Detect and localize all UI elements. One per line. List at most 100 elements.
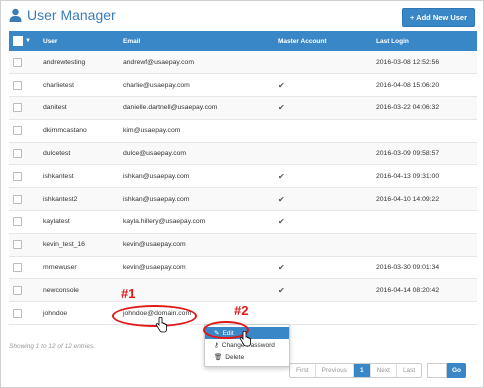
go-button[interactable]: Go — [447, 363, 467, 378]
master-account-cell — [274, 142, 372, 165]
email-cell: kevin@usaepay.com — [123, 264, 186, 272]
master-account-cell: ✔ — [278, 103, 285, 113]
row-checkbox[interactable] — [13, 285, 22, 295]
pagination-first[interactable]: First — [290, 364, 316, 377]
master-account-cell — [274, 233, 372, 256]
select-all-checkbox[interactable] — [13, 36, 23, 46]
page-title: User Manager — [9, 7, 116, 23]
row-checkbox[interactable] — [13, 240, 22, 250]
row-checkbox[interactable] — [13, 149, 22, 159]
table-row[interactable]: charlietest charlie@usaepay.com ✔ 2016-0… — [9, 74, 477, 97]
last-login-cell — [372, 119, 477, 142]
entries-info: Showing 1 to 12 of 12 entries. — [9, 343, 96, 350]
row-checkbox[interactable] — [13, 217, 22, 227]
email-cell: kayla.hillery@usaepay.com — [123, 218, 206, 226]
row-checkbox[interactable] — [13, 171, 22, 181]
pagination: First Previous 1 Next Last — [289, 363, 423, 378]
table-row[interactable]: ishkantest ishkan@usaepay.com ✔ 2016-04-… — [9, 165, 477, 188]
row-checkbox[interactable] — [13, 57, 22, 67]
master-account-cell: ✔ — [278, 217, 285, 227]
user-manager-window: User Manager + Add New User ▼ User Email… — [0, 0, 484, 388]
last-login-cell: 2016-04-14 08:20:42 — [376, 286, 440, 294]
table-header-row: ▼ User Email Master Account Last Login — [9, 31, 477, 51]
last-login-cell: 2016-03-30 09:01:34 — [376, 264, 440, 272]
row-checkbox[interactable] — [13, 103, 22, 113]
page-jump: Go — [427, 363, 467, 378]
pagination-last[interactable]: Last — [397, 364, 421, 377]
hand-cursor-icon — [239, 331, 251, 347]
email-cell: ishkan@usaepay.com — [123, 195, 190, 203]
user-cell: danitest — [43, 104, 67, 112]
last-login-cell: 2016-03-09 09:58:57 — [376, 150, 440, 158]
menu-item-delete-label: Delete — [225, 353, 245, 361]
user-cell: dkimmcastano — [43, 127, 87, 135]
column-header-email[interactable]: Email — [119, 31, 274, 51]
user-cell: newconsole — [43, 286, 79, 294]
table-row[interactable]: mrnewuser kevin@usaepay.com ✔ 2016-03-30… — [9, 256, 477, 279]
user-cell: johndoe — [43, 309, 68, 317]
master-account-cell: ✔ — [278, 263, 285, 273]
email-cell: danielle.dartnell@usaepay.com — [123, 104, 218, 112]
user-cell: dulcetest — [43, 150, 71, 158]
email-cell: andrewf@usaepay.com — [123, 58, 195, 66]
table-row[interactable]: newconsole ✔ 2016-04-14 08:20:42 — [9, 278, 477, 302]
master-account-cell — [274, 119, 372, 142]
table-row[interactable]: dulcetest dulce@usaepay.com 2016-03-09 0… — [9, 142, 477, 165]
chevron-down-icon[interactable]: ▼ — [25, 38, 31, 44]
row-checkbox[interactable] — [13, 263, 22, 273]
annotation-label-1: #1 — [121, 286, 136, 301]
email-cell: dulce@usaepay.com — [123, 150, 187, 158]
master-account-cell: ✔ — [278, 285, 285, 295]
select-all-header[interactable]: ▼ — [9, 31, 39, 51]
email-cell: kim@usaepay.com — [123, 127, 181, 135]
table-row[interactable]: danitest danielle.dartnell@usaepay.com ✔… — [9, 96, 477, 120]
user-cell: ishkantest — [43, 172, 74, 180]
user-cell: andrewtesting — [43, 58, 86, 66]
master-account-cell: ✔ — [278, 80, 285, 90]
email-cell: charlie@usaepay.com — [123, 81, 190, 89]
master-account-cell — [274, 51, 372, 74]
page-number-input[interactable] — [427, 363, 447, 378]
page-header: User Manager + Add New User — [9, 7, 475, 29]
last-login-cell — [372, 233, 477, 256]
key-icon: ⚷ — [214, 342, 219, 349]
pagination-previous[interactable]: Previous — [316, 364, 354, 377]
last-login-cell: 2016-04-08 15:06:20 — [376, 81, 440, 89]
master-account-cell — [274, 302, 372, 325]
last-login-cell: 2016-04-13 09:31:00 — [376, 172, 440, 180]
user-icon — [9, 8, 22, 22]
pagination-next[interactable]: Next — [371, 364, 397, 377]
email-cell — [119, 279, 274, 302]
add-new-user-button[interactable]: + Add New User — [401, 8, 475, 27]
table-row[interactable]: kevin_test_16 kevin@usaepay.com — [9, 233, 477, 257]
email-cell: ishkan@usaepay.com — [123, 172, 190, 180]
row-checkbox[interactable] — [13, 126, 22, 136]
last-login-cell — [372, 211, 477, 234]
pagination-current-page[interactable]: 1 — [353, 364, 371, 377]
table-row[interactable]: kaylatest kayla.hillery@usaepay.com ✔ — [9, 211, 477, 234]
last-login-cell: 2016-03-22 04:06:32 — [376, 104, 440, 112]
hand-cursor-icon — [155, 317, 167, 333]
row-checkbox[interactable] — [13, 80, 22, 90]
row-checkbox[interactable] — [13, 308, 22, 318]
column-header-last-login[interactable]: Last Login — [372, 31, 477, 51]
table-row[interactable]: ishkantest2 ishkan@usaepay.com ✔ 2016-04… — [9, 187, 477, 211]
user-cell: kevin_test_16 — [43, 241, 85, 249]
annotation-label-2: #2 — [234, 303, 249, 318]
user-cell: kaylatest — [43, 218, 70, 226]
column-header-master-account[interactable]: Master Account — [274, 31, 372, 51]
user-cell: ishkantest2 — [43, 195, 78, 203]
last-login-cell — [372, 302, 477, 325]
table-row[interactable]: andrewtesting andrewf@usaepay.com 2016-0… — [9, 51, 477, 74]
master-account-cell: ✔ — [278, 194, 285, 204]
last-login-cell: 2016-04-10 14:09:22 — [376, 195, 440, 203]
email-cell: kevin@usaepay.com — [123, 241, 186, 249]
table-row[interactable]: dkimmcastano kim@usaepay.com — [9, 119, 477, 143]
column-header-user[interactable]: User — [39, 31, 119, 51]
last-login-cell: 2016-03-08 12:52:56 — [376, 58, 440, 66]
master-account-cell: ✔ — [278, 171, 285, 181]
row-checkbox[interactable] — [13, 194, 22, 204]
users-table: ▼ User Email Master Account Last Login a… — [9, 31, 477, 325]
user-cell: charlietest — [43, 81, 74, 89]
menu-item-delete[interactable]: 🗑 Delete — [205, 351, 289, 363]
